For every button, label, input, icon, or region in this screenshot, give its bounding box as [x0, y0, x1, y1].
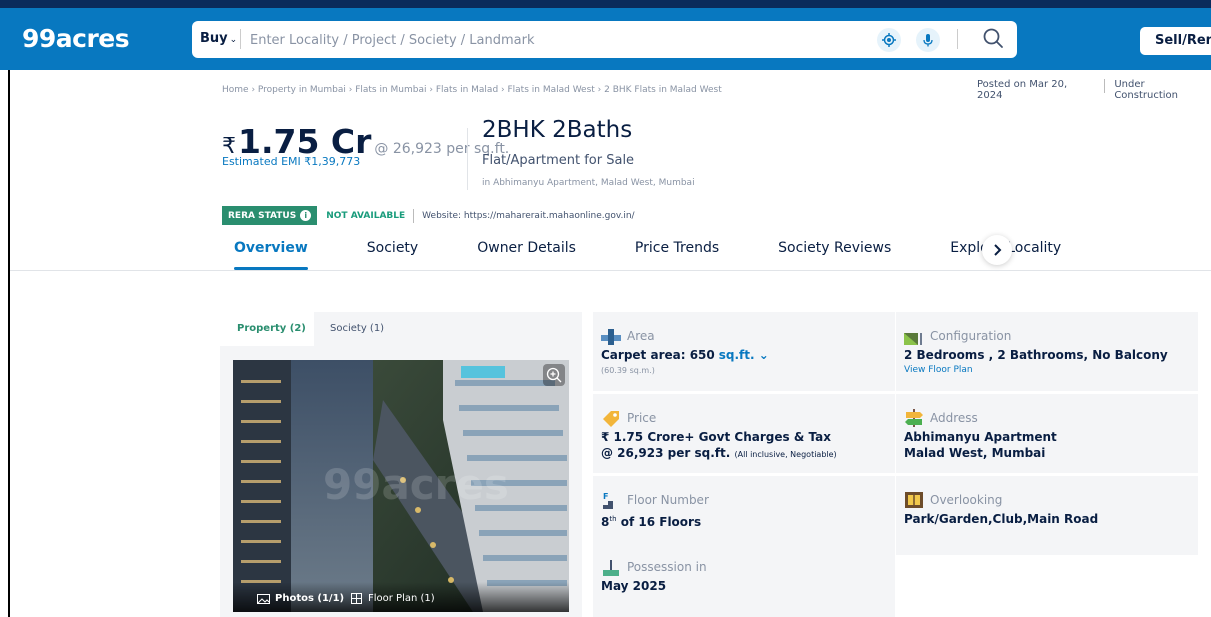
- tab-overview[interactable]: Overview: [234, 232, 308, 270]
- tab-society-photos[interactable]: Society (1): [314, 312, 408, 346]
- price-card: Price ₹ 1.75 Crore+ Govt Charges & Tax @ …: [593, 394, 895, 473]
- overlooking-card: Overlooking Park/Garden,Club,Main Road: [896, 476, 1198, 555]
- search-input[interactable]: [250, 30, 850, 50]
- watermark-text: 99acres: [323, 460, 509, 509]
- gallery-tabs: Property (2) Society (1): [220, 312, 582, 346]
- address-line1: Abhimanyu Apartment: [904, 430, 1057, 444]
- possession-value: May 2025: [601, 579, 667, 593]
- section-tabs: Overview Society Owner Details Price Tre…: [222, 232, 1061, 270]
- address-card: Address Abhimanyu Apartment Malad West, M…: [896, 394, 1198, 473]
- configuration-card: Configuration 2 Bedrooms , 2 Bathrooms, …: [896, 312, 1198, 391]
- tab-price-trends[interactable]: Price Trends: [635, 232, 719, 270]
- posted-divider: [1104, 79, 1106, 93]
- rera-website: Website: https://maharerait.mahaonline.g…: [422, 210, 635, 221]
- locate-me-icon[interactable]: [877, 28, 901, 52]
- overlooking-label: Overlooking: [930, 493, 1003, 507]
- rera-status: NOT AVAILABLE: [326, 210, 406, 221]
- page-left-border: [8, 70, 10, 617]
- possession-label: Possession in: [627, 560, 707, 574]
- floor-total: of 16 Floors: [616, 515, 702, 529]
- rera-badge-label: RERA STATUS: [228, 210, 297, 221]
- buy-label: Buy: [200, 31, 228, 46]
- floor-label: Floor Number: [627, 493, 709, 507]
- chevron-right-icon[interactable]: [982, 235, 1012, 265]
- top-header: 99acres Buy⌄ Sell/Rent: [0, 0, 1211, 70]
- overlooking-value: Park/Garden,Club,Main Road: [904, 512, 1099, 526]
- possession-card: Possession in May 2025: [593, 543, 895, 617]
- property-title: 2BHK 2Baths: [482, 117, 633, 143]
- price-tag-icon: [601, 409, 621, 427]
- breadcrumb[interactable]: Home › Property in Mumbai › Flats in Mum…: [222, 85, 722, 95]
- floor-plan-icon: [351, 593, 362, 604]
- search-icon[interactable]: [982, 27, 1006, 51]
- price-label: Price: [627, 411, 657, 425]
- area-label: Area: [627, 329, 655, 343]
- view-floor-plan-link[interactable]: View Floor Plan: [904, 365, 1190, 375]
- media-gallery: Property (2) Society (1) 99acres Photos …: [220, 312, 582, 617]
- floor-plan-button[interactable]: Floor Plan (1): [351, 593, 435, 604]
- rera-badge[interactable]: RERA STATUS i: [222, 206, 318, 225]
- chevron-down-icon: ⌄: [229, 35, 238, 45]
- floor-number-icon: F: [601, 491, 621, 509]
- site-logo[interactable]: 99acres: [22, 24, 130, 53]
- construction-status: Under Construction: [1114, 79, 1178, 101]
- window-icon: [904, 491, 924, 509]
- search-divider: [240, 29, 241, 49]
- price-detail-value: ₹ 1.75 Crore+ Govt Charges & Tax: [601, 430, 831, 444]
- property-type: Flat/Apartment for Sale: [482, 153, 635, 168]
- zoom-in-icon[interactable]: [543, 364, 565, 386]
- emi-link[interactable]: Estimated EMI ₹1,39,773: [222, 155, 360, 168]
- search-bar: Buy ⌄: [192, 21, 1017, 58]
- posted-info: Posted on Mar 20, 2024 Under Constructio…: [977, 79, 1211, 101]
- price-note: (All inclusive, Negotiable): [734, 450, 837, 459]
- configuration-icon: [904, 327, 924, 345]
- property-location[interactable]: in Abhimanyu Apartment, Malad West, Mumb…: [482, 178, 695, 188]
- rera-row: RERA STATUS i NOT AVAILABLE Website: http…: [222, 206, 635, 225]
- buy-dropdown[interactable]: Buy ⌄: [200, 31, 237, 46]
- title-divider: [467, 128, 468, 190]
- tab-owner-details[interactable]: Owner Details: [477, 232, 576, 270]
- icon-divider: [957, 29, 958, 49]
- tab-society-reviews[interactable]: Society Reviews: [778, 232, 891, 270]
- floor-plan-label: Floor Plan (1): [368, 593, 435, 604]
- configuration-label: Configuration: [930, 329, 1012, 343]
- info-icon[interactable]: i: [300, 210, 312, 221]
- tab-property-photos[interactable]: Property (2): [220, 312, 314, 346]
- photos-button[interactable]: Photos (1/1): [257, 593, 344, 604]
- possession-icon: [601, 558, 621, 576]
- sell-rent-button[interactable]: Sell/Rent: [1140, 27, 1211, 55]
- posted-date: Posted on Mar 20, 2024: [977, 79, 1068, 101]
- area-unit-dropdown[interactable]: sq.ft. ⌄: [719, 348, 769, 362]
- price-detail-rate: @ 26,923 per sq.ft.: [601, 446, 731, 460]
- photos-label: Photos (1/1): [275, 593, 345, 604]
- address-line2: Malad West, Mumbai: [904, 446, 1046, 460]
- photo-icon: [257, 593, 270, 604]
- tab-society[interactable]: Society: [367, 232, 418, 270]
- area-sqm: (60.39 sq.m.): [601, 366, 655, 375]
- area-card: Area Carpet area: 650 sq.ft. ⌄ (60.39 sq.…: [593, 312, 895, 391]
- configuration-value: 2 Bedrooms , 2 Bathrooms, No Balcony: [904, 348, 1168, 362]
- address-label: Address: [930, 411, 978, 425]
- microphone-icon[interactable]: [916, 28, 940, 52]
- carpet-area-value: Carpet area: 650: [601, 348, 715, 362]
- tabs-divider: [10, 270, 1211, 271]
- area-icon: [601, 327, 621, 345]
- area-unit: sq.ft.: [718, 348, 755, 362]
- signpost-icon: [904, 409, 924, 427]
- property-image[interactable]: 99acres Photos (1/1) Floor Plan (1): [233, 360, 569, 612]
- svg-text:F: F: [603, 492, 608, 501]
- floor-suffix: th: [609, 515, 617, 523]
